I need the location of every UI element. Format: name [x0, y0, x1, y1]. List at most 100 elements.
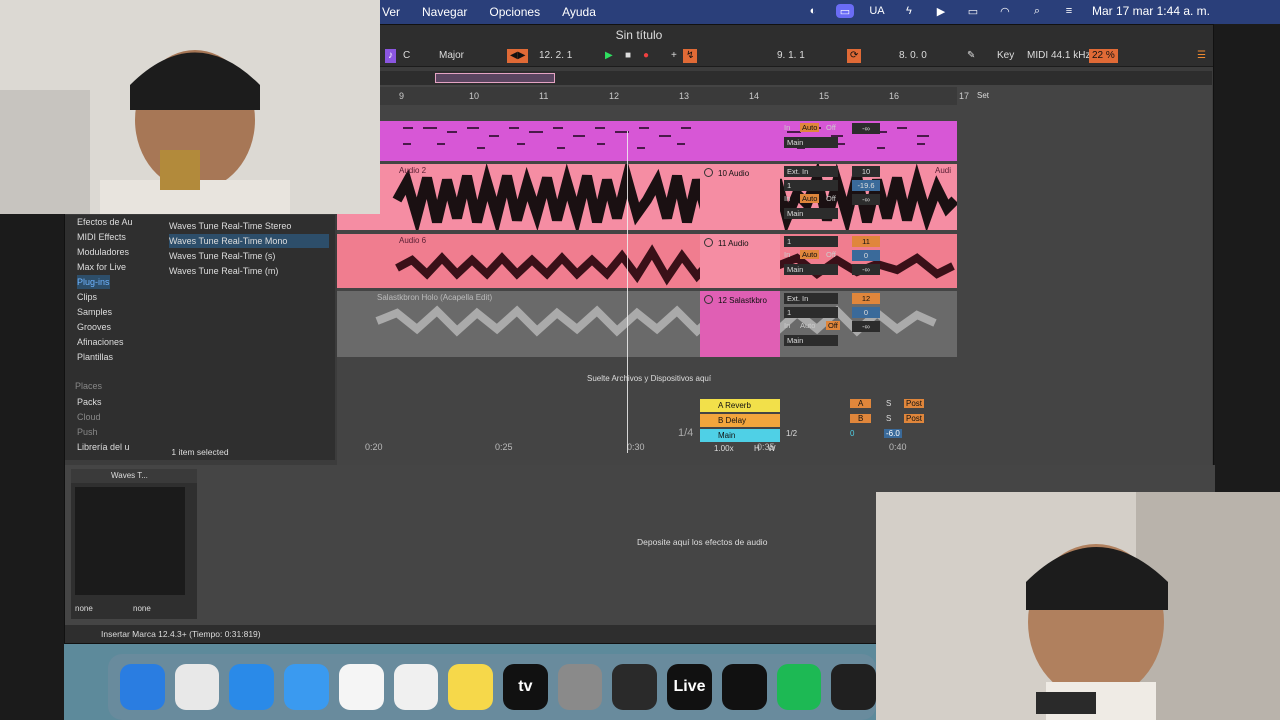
return-b-delay[interactable]: B Delay B S Post: [700, 414, 940, 428]
input-select[interactable]: Ext. In: [784, 166, 838, 177]
return-letter[interactable]: B: [850, 414, 872, 423]
loop-length[interactable]: 8. 0. 0: [899, 49, 927, 63]
browser-cat-afinaciones[interactable]: Afinaciones: [77, 335, 124, 349]
dock-app-12[interactable]: [776, 664, 822, 710]
control-center-icon[interactable]: ≡: [1060, 4, 1078, 18]
main-track[interactable]: Main 1/2 0 -6.0: [700, 429, 940, 443]
input-select[interactable]: Ext. In: [784, 293, 838, 304]
stage-manager-icon[interactable]: ▭: [835, 4, 854, 18]
draw-mode-icon[interactable]: ✎: [967, 49, 975, 63]
overdub-icon[interactable]: +: [671, 49, 677, 63]
track-number[interactable]: 10: [852, 166, 880, 177]
fold-icon[interactable]: [704, 238, 713, 247]
fraction[interactable]: 1/2: [786, 429, 797, 438]
solo-button[interactable]: S: [886, 414, 891, 423]
output-select[interactable]: Main: [784, 137, 838, 148]
return-letter[interactable]: A: [850, 399, 872, 408]
follow-button[interactable]: ◀▶: [507, 49, 529, 63]
place-cloud[interactable]: Cloud: [77, 410, 101, 424]
browser-cat-midi-effects[interactable]: MIDI Effects: [77, 230, 126, 244]
dock-app-13[interactable]: [831, 664, 877, 710]
dock-app-7[interactable]: tv: [503, 664, 548, 710]
dock-app-0[interactable]: [120, 664, 165, 710]
play-button[interactable]: ▶: [605, 49, 613, 63]
fold-icon[interactable]: [704, 168, 713, 177]
channel-select[interactable]: 1: [784, 180, 838, 191]
dock-app-11[interactable]: [721, 664, 767, 710]
menu-ver[interactable]: Ver: [382, 5, 400, 19]
browser-item[interactable]: Waves Tune Real-Time (m): [169, 264, 278, 278]
browser-cat-plugins[interactable]: Plug-ins: [77, 275, 110, 289]
record-button[interactable]: ●: [643, 49, 649, 63]
auto-button[interactable]: Auto: [800, 123, 820, 132]
gain[interactable]: -19.6: [852, 180, 880, 191]
output-select[interactable]: Main: [784, 264, 838, 275]
dock-app-5[interactable]: [393, 664, 439, 710]
post-button[interactable]: Post: [904, 414, 925, 423]
search-icon[interactable]: ⌕: [1028, 4, 1046, 18]
key-map-button[interactable]: Key: [997, 49, 1014, 63]
in-button[interactable]: In: [784, 321, 790, 330]
place-push[interactable]: Push: [77, 425, 98, 439]
browser-item[interactable]: Waves Tune Real-Time (s): [169, 249, 275, 263]
play-icon[interactable]: ▶: [932, 4, 950, 18]
auto-button[interactable]: Auto: [800, 250, 820, 259]
automation-arm-icon[interactable]: ↯: [683, 49, 698, 63]
device-select-right[interactable]: none: [133, 603, 189, 615]
scale-icon[interactable]: ♪: [385, 49, 396, 63]
dock-app-9[interactable]: [612, 664, 658, 710]
clock[interactable]: Mar 17 mar 1:44 a. m.: [1092, 4, 1210, 18]
dock-app-6[interactable]: [448, 664, 494, 710]
browser-cat-grooves[interactable]: Grooves: [77, 320, 111, 334]
battery-icon[interactable]: ▭: [964, 4, 982, 18]
post-button[interactable]: Post: [904, 399, 925, 408]
loop-button[interactable]: ⟳: [847, 49, 862, 63]
place-packs[interactable]: Packs: [77, 395, 102, 409]
browser-item[interactable]: Waves Tune Real-Time Stereo: [169, 219, 291, 233]
send[interactable]: -∞: [852, 264, 880, 275]
auto-button[interactable]: Auto: [800, 194, 820, 203]
arrangement-position[interactable]: 12. 2. 1: [539, 49, 572, 63]
device-title[interactable]: Waves T...: [71, 469, 197, 483]
midi-map-button[interactable]: MIDI: [1027, 49, 1048, 63]
browser-cat-moduladores[interactable]: Moduladores: [77, 245, 129, 259]
w-button[interactable]: W: [768, 444, 776, 453]
off-button[interactable]: Off: [826, 194, 836, 203]
menu-ayuda[interactable]: Ayuda: [562, 5, 596, 19]
waves-tune-device[interactable]: Waves T... none none: [71, 469, 197, 619]
set-button[interactable]: Set: [977, 91, 989, 100]
dock-app-4[interactable]: [338, 664, 384, 710]
track-header-11-audio[interactable]: 11 Audio: [700, 234, 780, 288]
midi-track-header[interactable]: [700, 121, 780, 161]
off-button[interactable]: Off: [826, 321, 840, 330]
gain[interactable]: 0: [852, 307, 880, 318]
track-number[interactable]: 12: [852, 293, 880, 304]
zoom-level[interactable]: 1.00x: [714, 444, 734, 453]
in-button[interactable]: In: [784, 123, 790, 132]
bolt-icon[interactable]: ϟ: [900, 4, 918, 18]
track-header-12-salastkbro[interactable]: 12 Salastkbro: [700, 291, 780, 357]
vpn-icon[interactable]: ◐: [804, 4, 822, 18]
gain[interactable]: 0: [852, 250, 880, 261]
track-header-10-audio[interactable]: 10 Audio: [700, 164, 780, 230]
browser-cat-samples[interactable]: Samples: [77, 305, 112, 319]
dock-app-3[interactable]: [284, 664, 329, 710]
menu-opciones[interactable]: Opciones: [489, 5, 540, 19]
browser-cat-clips[interactable]: Clips: [77, 290, 97, 304]
dock-app-1[interactable]: [174, 664, 220, 710]
device-select-left[interactable]: none: [75, 603, 131, 615]
h-button[interactable]: H: [754, 444, 760, 453]
in-button[interactable]: In: [784, 194, 790, 203]
menu-icon[interactable]: ☰: [1197, 49, 1206, 63]
dock-app-10[interactable]: Live: [667, 664, 712, 710]
auto-button[interactable]: Auto: [800, 321, 815, 330]
dock-app-2[interactable]: [229, 664, 275, 710]
return-a-reverb[interactable]: A Reverb A S Post: [700, 399, 940, 413]
volume[interactable]: -∞: [852, 123, 880, 134]
browser-cat-efectos[interactable]: Efectos de Au: [77, 215, 133, 229]
key-root-select[interactable]: C: [403, 49, 410, 63]
solo-button[interactable]: S: [886, 399, 891, 408]
wifi-icon[interactable]: ◠: [996, 4, 1014, 18]
off-button[interactable]: Off: [826, 123, 836, 132]
browser-item-selected[interactable]: Waves Tune Real-Time Mono: [169, 234, 329, 248]
